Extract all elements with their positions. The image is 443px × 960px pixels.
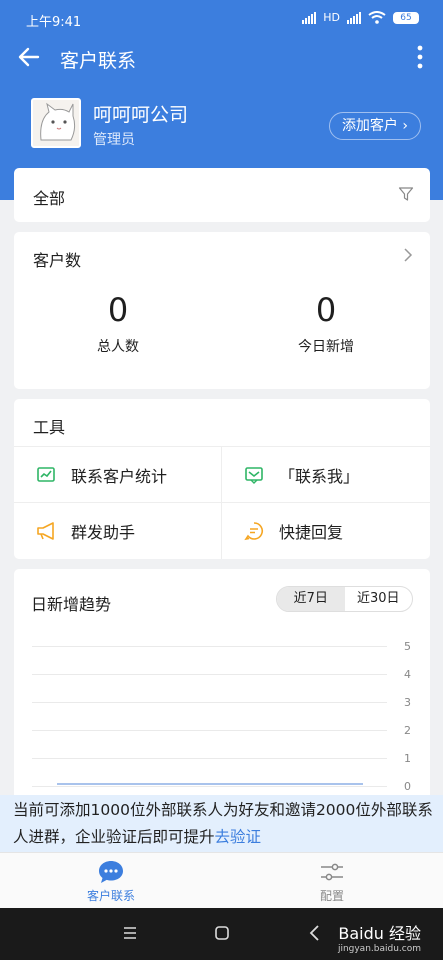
stat-total-value: 0	[107, 291, 129, 329]
tool-contact-me[interactable]: 「联系我」	[222, 446, 430, 502]
filter-label: 全部	[33, 189, 66, 208]
nav-tab-customer-contact[interactable]: 客户联系	[51, 860, 171, 904]
y-tick-label: 4	[404, 668, 411, 681]
company-avatar[interactable]	[31, 98, 81, 148]
megaphone-icon	[37, 521, 54, 540]
page-title: 客户联系	[60, 50, 137, 72]
tools-card: 工具 联系客户统计 「联系我」 群发助手 快捷回复	[14, 399, 430, 559]
back-arrow-icon[interactable]	[16, 44, 42, 70]
y-tick-label: 2	[404, 724, 411, 737]
status-bar: 上午9:41 HD 65	[0, 0, 443, 36]
tool-quick-reply[interactable]: 快捷回复	[222, 502, 430, 558]
tool-quick-reply-label: 快捷回复	[279, 522, 344, 542]
menu-key-icon[interactable]	[120, 923, 140, 943]
y-tick-label: 1	[404, 752, 411, 765]
tools-title: 工具	[33, 418, 66, 437]
customer-count-title: 客户数	[33, 251, 82, 270]
quick-reply-icon	[244, 521, 263, 540]
more-vertical-icon[interactable]	[415, 44, 425, 70]
stat-today-label: 今日新增	[298, 339, 354, 355]
stat-today: 0 今日新增	[222, 290, 430, 356]
nav-tab-customer-contact-label: 客户联系	[86, 889, 135, 903]
filter-bar[interactable]: 全部	[14, 168, 430, 222]
cat-avatar-icon	[33, 100, 79, 146]
watermark-url: jingyan.baidu.com	[337, 944, 421, 954]
grid-line	[32, 730, 387, 731]
filter-funnel-icon[interactable]	[398, 186, 414, 202]
tool-customer-stats[interactable]: 联系客户统计	[14, 446, 222, 502]
nav-tab-settings-label: 配置	[319, 889, 344, 903]
wifi-icon	[368, 11, 386, 24]
watermark-brand: Baidu 经验	[338, 924, 421, 943]
app-bar: 客户联系	[0, 38, 443, 78]
tool-mass-message[interactable]: 群发助手	[14, 502, 222, 558]
company-name: 呵呵呵公司	[93, 104, 189, 126]
add-customer-button[interactable]: 添加客户 ›	[328, 112, 421, 140]
bottom-navigation: 客户联系 配置	[0, 852, 443, 908]
signal-2-icon	[347, 11, 361, 24]
range-7d-button[interactable]: 近7日	[277, 587, 345, 611]
stat-total: 0 总人数	[14, 290, 222, 356]
trend-card: 日新增趋势 近7日 近30日 5 4 3 2 1 0	[14, 569, 430, 809]
message-icon	[245, 466, 263, 484]
verify-link[interactable]: 去验证	[215, 828, 262, 846]
company-header: 呵呵呵公司 管理员 添加客户 ›	[0, 96, 443, 156]
signal-icon	[302, 11, 317, 24]
back-key-icon[interactable]	[305, 923, 325, 943]
tool-contact-me-label: 「联系我」	[279, 466, 360, 486]
system-navigation-bar: Baidu 经验 jingyan.baidu.com	[0, 908, 443, 960]
stat-today-value: 0	[315, 291, 337, 329]
grid-line	[32, 646, 387, 647]
chevron-right-icon[interactable]	[403, 248, 413, 262]
verification-notice: 当前可添加1000位外部联系人为好友和邀请2000位外部联系人进群，企业验证后即…	[0, 795, 443, 852]
watermark: Baidu 经验 jingyan.baidu.com	[338, 920, 421, 954]
range-30d-button[interactable]: 近30日	[345, 587, 413, 611]
customer-count-card[interactable]: 客户数 0 总人数 0 今日新增	[14, 232, 430, 389]
user-role: 管理员	[93, 132, 135, 148]
battery-icon: 65	[393, 11, 419, 24]
chart-icon	[37, 466, 55, 482]
grid-line	[32, 758, 387, 759]
tool-customer-stats-label: 联系客户统计	[71, 466, 168, 486]
nav-tab-settings[interactable]: 配置	[272, 860, 392, 904]
home-key-icon[interactable]	[212, 923, 232, 943]
settings-sliders-icon	[321, 863, 343, 881]
grid-line	[32, 702, 387, 703]
y-tick-label: 3	[404, 696, 411, 709]
trend-line	[57, 783, 363, 785]
grid-line	[32, 674, 387, 675]
trend-title: 日新增趋势	[31, 595, 112, 614]
status-time: 上午9:41	[26, 15, 82, 30]
y-tick-label: 5	[404, 640, 411, 653]
chat-bubble-icon	[99, 861, 123, 883]
tool-mass-message-label: 群发助手	[71, 522, 136, 542]
grid-line	[32, 786, 387, 787]
stat-total-label: 总人数	[97, 339, 139, 355]
range-toggle: 近7日 近30日	[276, 586, 413, 612]
network-type-label: HD	[323, 11, 340, 24]
y-tick-label: 0	[404, 780, 411, 793]
